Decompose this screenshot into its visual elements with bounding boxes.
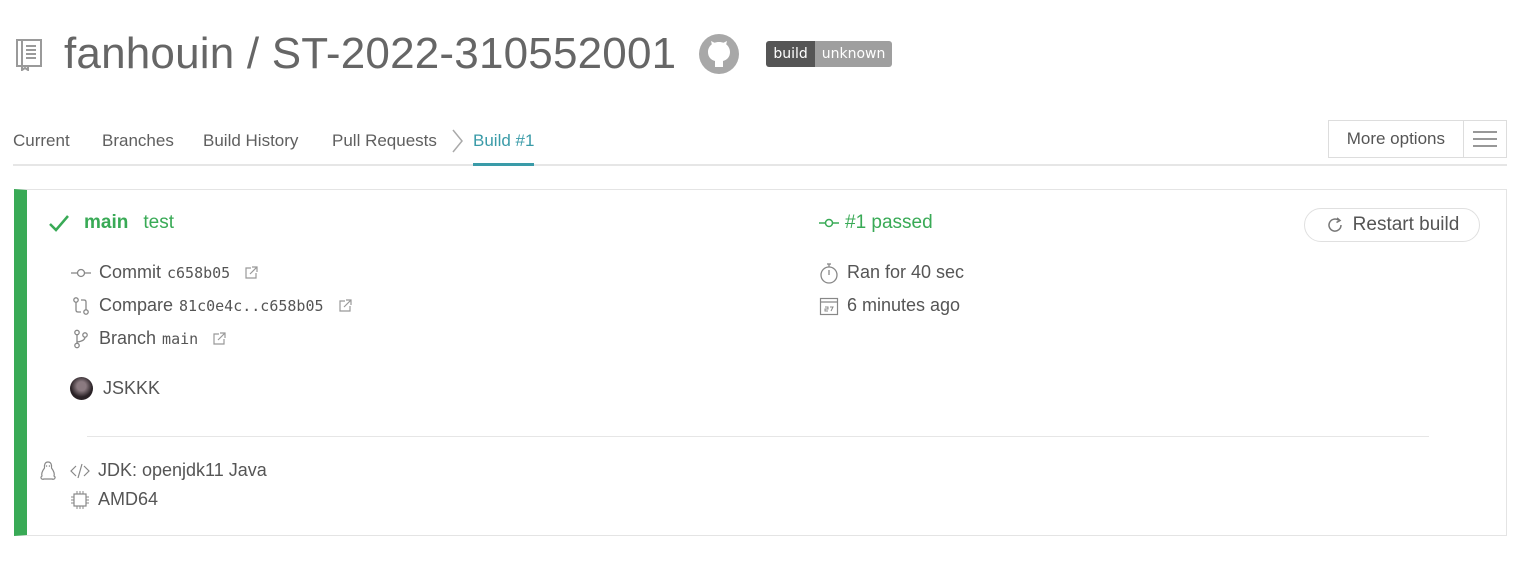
duration-row: Ran for 40 sec	[819, 262, 965, 284]
linux-icon	[38, 460, 58, 481]
more-options-label: More options	[1329, 121, 1464, 157]
branch-icon	[71, 329, 91, 349]
github-icon[interactable]	[698, 33, 740, 75]
restart-icon	[1325, 215, 1345, 235]
build-finished-time: 6 minutes ago	[847, 295, 961, 315]
stopwatch-icon	[819, 262, 839, 284]
build-title-row: main test	[48, 212, 174, 234]
build-card: main test #1 passed Restart build Commit…	[14, 189, 1507, 536]
restart-build-label: Restart build	[1352, 214, 1460, 235]
architecture: AMD64	[98, 489, 159, 509]
jdk-language: JDK: openjdk11 Java	[98, 460, 267, 480]
branch-label: Branch	[99, 328, 157, 348]
repo-header: fanhouin / ST-2022-310552001 build unkno…	[14, 24, 893, 84]
badge-label: build	[766, 41, 815, 67]
compare-icon	[71, 296, 91, 316]
commit-icon	[819, 213, 839, 233]
tab-branches[interactable]: Branches	[102, 131, 174, 166]
tab-pull-requests[interactable]: Pull Requests	[332, 131, 437, 166]
code-icon	[70, 461, 90, 481]
finished-row: 6 minutes ago	[819, 295, 960, 316]
commit-sha[interactable]: c658b05	[167, 264, 230, 282]
external-link-icon[interactable]	[244, 265, 258, 280]
avatar[interactable]	[70, 377, 93, 400]
commit-label: Commit	[99, 262, 161, 282]
divider	[87, 436, 1429, 437]
author-row: JSKKK	[70, 377, 160, 400]
compare-label: Compare	[99, 295, 174, 315]
commit-row: Commit c658b05	[71, 262, 258, 283]
build-branch-name[interactable]: main	[84, 212, 128, 234]
badge-value: unknown	[814, 41, 893, 67]
tab-build-1[interactable]: Build #1	[473, 131, 535, 166]
build-status-text[interactable]: #1 passed	[845, 212, 933, 234]
repo-tabs: Current Branches Build History Pull Requ…	[13, 120, 1507, 166]
jdk-row: JDK: openjdk11 Java	[38, 460, 267, 481]
restart-build-button[interactable]: Restart build	[1304, 208, 1480, 242]
compare-row: Compare 81c0e4c..c658b05	[71, 295, 352, 316]
more-options-button[interactable]: More options	[1327, 120, 1507, 158]
commit-icon	[71, 263, 91, 283]
hamburger-icon	[1464, 121, 1506, 157]
commit-message: test	[143, 212, 174, 233]
branch-row: Branch main	[71, 328, 226, 349]
branch-value[interactable]: main	[162, 330, 198, 348]
cpu-icon	[70, 490, 90, 510]
build-duration: Ran for 40 sec	[847, 262, 965, 282]
repo-icon	[14, 37, 44, 71]
repo-title[interactable]: fanhouin / ST-2022-310552001	[64, 29, 676, 79]
check-icon	[48, 212, 70, 234]
external-link-icon[interactable]	[338, 298, 352, 313]
build-status-row: #1 passed	[819, 212, 933, 234]
arch-row: AMD64	[70, 489, 158, 510]
tab-current[interactable]: Current	[13, 131, 70, 166]
external-link-icon[interactable]	[212, 331, 226, 346]
author-name[interactable]: JSKKK	[103, 378, 160, 399]
chevron-right-icon	[450, 128, 464, 154]
compare-range[interactable]: 81c0e4c..c658b05	[179, 297, 324, 315]
calendar-icon	[819, 296, 839, 316]
build-status-badge[interactable]: build unknown	[766, 41, 893, 67]
tab-build-history[interactable]: Build History	[203, 131, 298, 166]
